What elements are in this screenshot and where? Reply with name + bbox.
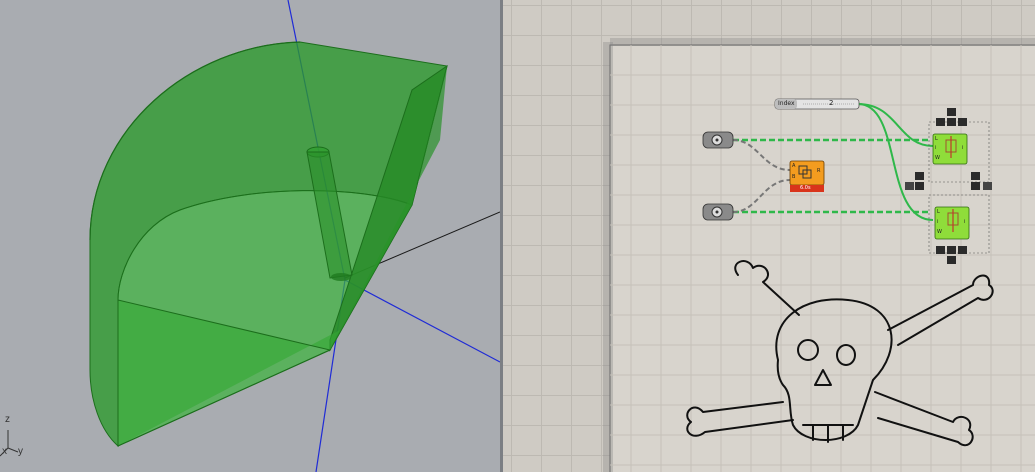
rhino-viewport[interactable]: z x y xyxy=(0,0,500,472)
green-bottom-input-w: W xyxy=(937,229,942,235)
green-top-output: i xyxy=(962,145,964,151)
green-top-input-l: L xyxy=(935,136,938,142)
orange-output-r: R xyxy=(817,168,821,174)
orange-input-a: A xyxy=(792,163,796,169)
green-bottom-input-i: i xyxy=(937,219,939,225)
point-param-bottom[interactable] xyxy=(702,203,734,221)
point-param-top[interactable] xyxy=(702,131,734,149)
axis-label-x: x xyxy=(2,446,7,457)
orange-status: 6.0s xyxy=(800,185,811,191)
axis-label-y: y xyxy=(18,446,23,457)
orange-input-b: B xyxy=(792,174,796,180)
green-top-input-i: i xyxy=(935,145,937,151)
slider-value: 2 xyxy=(829,99,834,107)
grasshopper-canvas[interactable]: Index 2 A B R 6.0s L i W i L i W i xyxy=(503,0,1035,472)
green-bottom-output: i xyxy=(964,219,966,225)
viewport-scene xyxy=(0,0,500,472)
axis-label-z: z xyxy=(5,414,10,425)
y-axis-line xyxy=(344,279,500,363)
slider-label: Index xyxy=(778,100,795,107)
canvas-scene xyxy=(603,38,1035,472)
green-wedge-solid[interactable] xyxy=(89,41,448,448)
green-top-input-w: W xyxy=(935,155,940,161)
green-bottom-input-l: L xyxy=(937,209,940,215)
